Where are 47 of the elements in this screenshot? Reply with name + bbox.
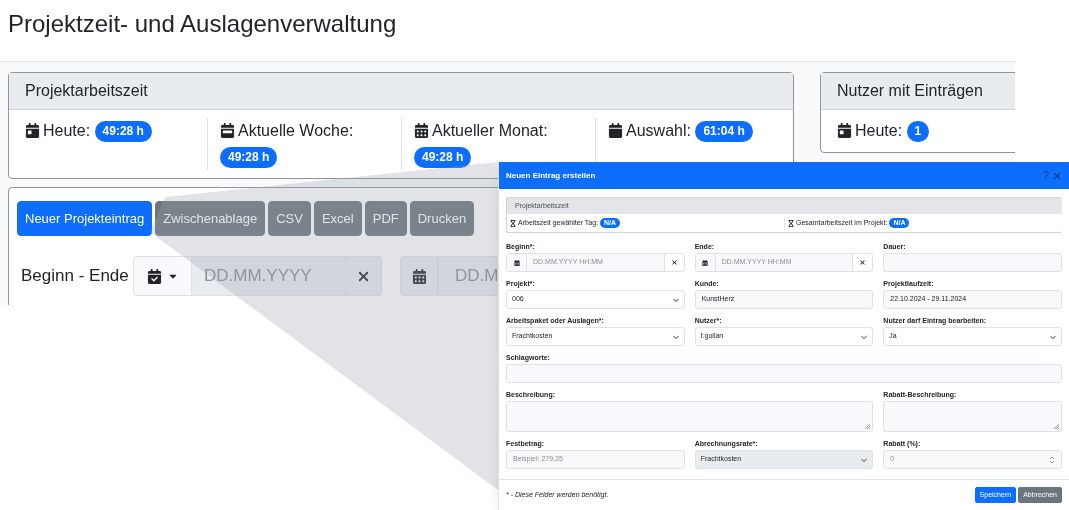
count-badge: 49:28 h	[220, 147, 278, 169]
stat-label: Aktuelle Woche:	[238, 122, 354, 139]
stat-label: Heute:	[43, 122, 91, 139]
stat-label: Auswahl:	[626, 122, 691, 139]
card-title: Nutzer mit Einträgen	[837, 81, 983, 101]
clear-icon[interactable]	[859, 259, 867, 266]
count-badge: 61:04 h	[695, 121, 753, 143]
hourglass-icon	[510, 219, 516, 227]
chevron-down-icon	[861, 456, 868, 463]
date-field[interactable]: DD.MM.YYYY	[192, 256, 345, 296]
hourglass-icon	[788, 219, 794, 227]
calendar-icon	[220, 123, 235, 138]
resize-grip-icon	[1053, 423, 1060, 430]
clear-button[interactable]	[345, 256, 382, 296]
filter-label: Beginn - Ende	[20, 265, 130, 288]
dialog-title: Neuen Eintrag erstellen	[506, 169, 596, 182]
toolbar-button[interactable]: CSV	[268, 201, 311, 236]
toolbar-button[interactable]: PDF	[364, 201, 407, 236]
clear-icon[interactable]	[670, 259, 678, 266]
count-badge: 49:28 h	[94, 121, 152, 143]
calendar-icon	[411, 268, 427, 284]
calendar-button[interactable]	[400, 256, 438, 296]
chevron-down-icon	[1050, 333, 1056, 340]
calendar-icon	[25, 123, 40, 138]
calendar-icon	[414, 123, 429, 138]
resize-grip-icon	[864, 423, 872, 430]
calendar-icon	[837, 123, 852, 138]
calendar-icon	[608, 123, 623, 138]
calendar-icon	[513, 259, 520, 266]
calendar-icon	[702, 259, 709, 266]
chevron-down-icon	[672, 333, 679, 340]
toolbar-button[interactable]: Drucken	[409, 201, 475, 236]
calendar-check-icon	[147, 268, 162, 284]
toolbar-button[interactable]: Excel	[313, 201, 362, 236]
count-badge: 49:28 h	[414, 147, 472, 169]
chevron-down-icon	[861, 333, 868, 340]
card-title: Projektarbeitszeit	[25, 81, 148, 101]
toolbar-button[interactable]: Zwischenablage	[155, 201, 266, 236]
count-badge: 1	[906, 121, 930, 143]
chevron-down-icon	[672, 296, 679, 303]
spinner-icon	[1049, 455, 1055, 464]
stat-label: Heute:	[855, 122, 903, 139]
toolbar-button[interactable]: Neuer Projekteintrag	[17, 201, 153, 236]
stat-label: Aktueller Monat:	[432, 122, 548, 139]
date-preset-button[interactable]	[133, 256, 192, 296]
page-title: Projektzeit- und Auslagenverwaltung	[8, 9, 398, 39]
help-button[interactable]: ?	[1042, 170, 1049, 181]
